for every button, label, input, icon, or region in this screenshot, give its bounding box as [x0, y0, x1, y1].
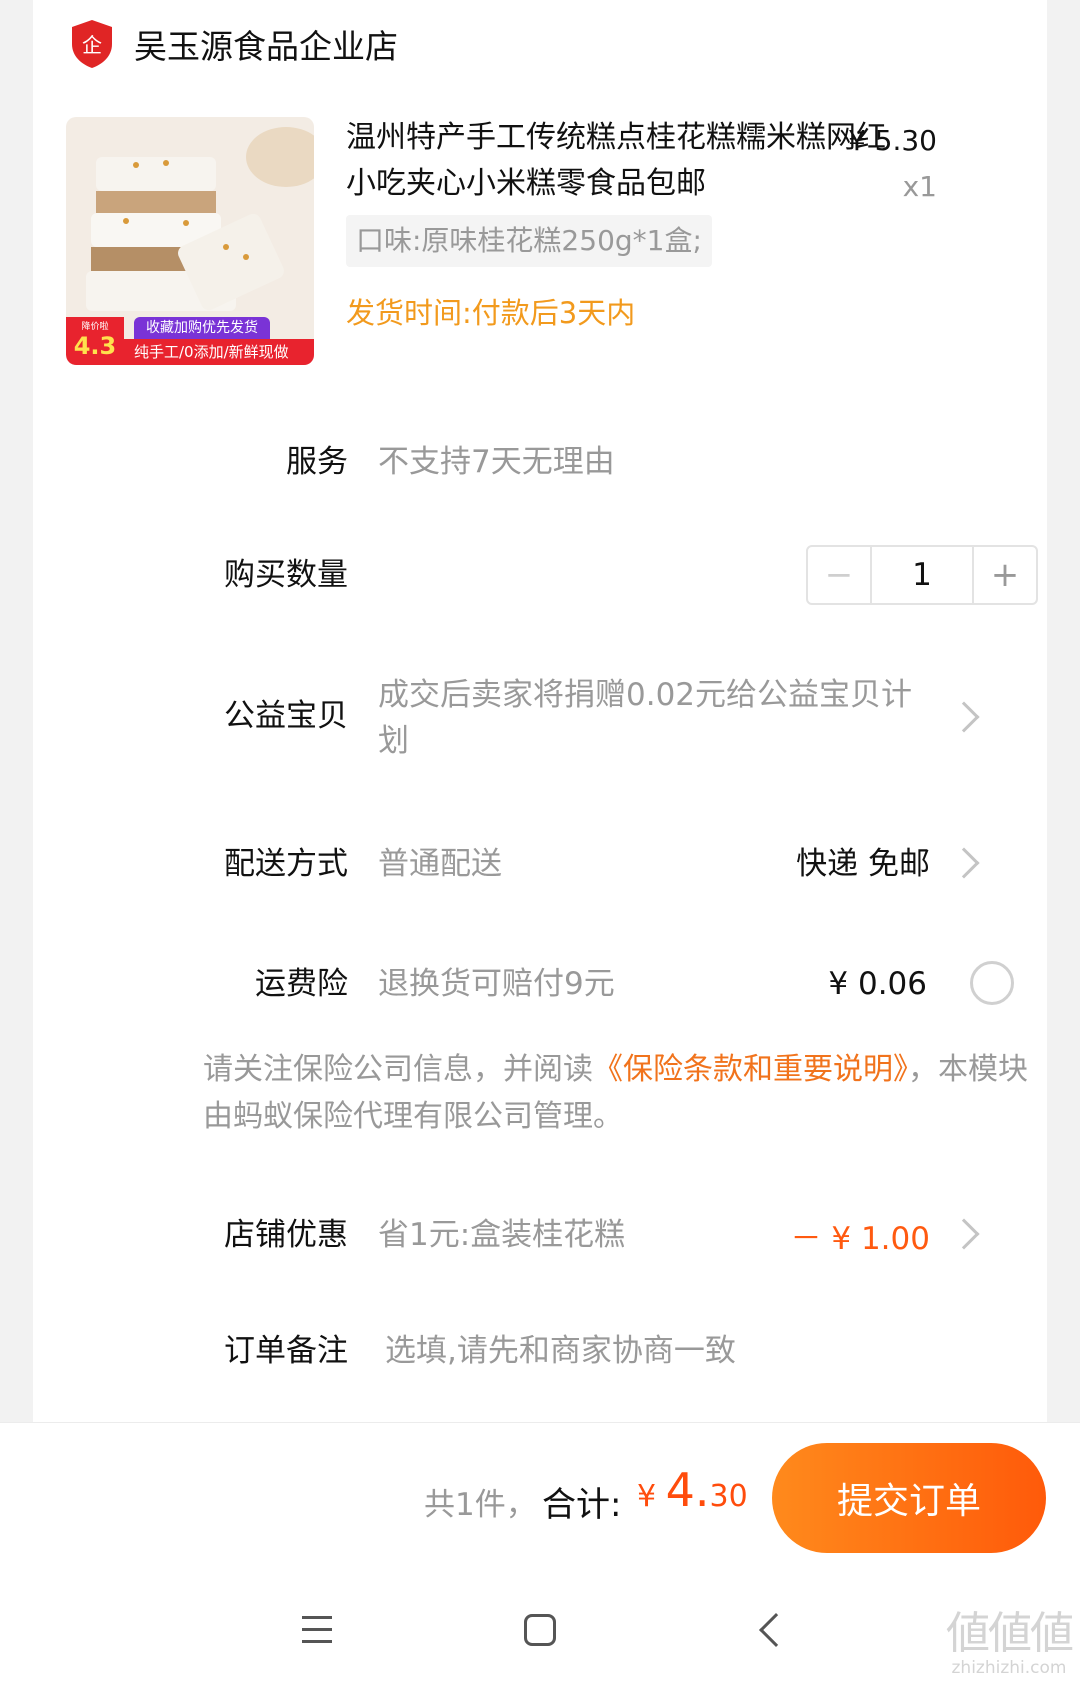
total-amount: ¥ 4.30	[637, 1463, 748, 1517]
enterprise-shield-icon: 企	[72, 20, 112, 68]
ship-time: 发货时间:付款后3天内	[346, 296, 636, 330]
quantity-value[interactable]: 1	[872, 547, 972, 603]
insurance-label: 运费险	[255, 966, 348, 1002]
quantity-stepper[interactable]: − 1 +	[806, 545, 1038, 605]
charity-label: 公益宝贝	[224, 698, 348, 734]
delivery-label: 配送方式	[224, 846, 348, 882]
watermark: 値値値 zhizhizhi.com	[946, 1608, 1074, 1679]
item-count: 共1件，	[424, 1487, 537, 1523]
decrease-button[interactable]: −	[808, 547, 872, 603]
sku-tag[interactable]: 口味:原味桂花糕250g*1盒;	[346, 215, 712, 267]
promo-top-tag: 收藏加购优先发货	[134, 317, 270, 339]
shop-name[interactable]: 吴玉源食品企业店	[134, 20, 398, 68]
shop-discount-value[interactable]: 省1元:盒装桂花糕	[378, 1213, 625, 1257]
system-nav-bar: 値値値 zhizhizhi.com	[0, 1570, 1080, 1701]
product-title[interactable]: 温州特产手工传统糕点桂花糕糯米糕网红小吃夹心小米糕零食品包邮	[346, 115, 906, 207]
charity-value[interactable]: 成交后卖家将捐赠0.02元给公益宝贝计划	[378, 672, 988, 764]
menu-icon[interactable]	[302, 1616, 332, 1644]
chevron-right-icon[interactable]	[948, 847, 980, 879]
remark-label: 订单备注	[224, 1333, 348, 1369]
total-label: 合计:	[542, 1485, 622, 1525]
remark-input[interactable]: 选填,请先和商家协商一致	[385, 1329, 736, 1373]
insurance-notice: 请关注保险公司信息，并阅读《保险条款和重要说明》，本模块由蚂蚁保险代理有限公司管…	[203, 1052, 1028, 1134]
service-label: 服务	[286, 444, 348, 480]
chevron-right-icon[interactable]	[948, 1218, 980, 1250]
unit-price: ¥ 5.30	[847, 124, 937, 157]
insurance-price: ¥ 0.06	[828, 966, 927, 1002]
promo-banner: 收藏加购优先发货 纯手工/0添加/新鲜现做 降价啦 4.3	[66, 317, 314, 365]
quantity-label: 购买数量	[224, 557, 348, 593]
insurance-terms-link[interactable]: 《保险条款和重要说明》	[593, 1052, 908, 1087]
shop-header[interactable]: 企 吴玉源食品企业店	[68, 14, 398, 74]
submit-order-button[interactable]: 提交订单	[772, 1443, 1046, 1553]
promo-rate: 降价啦 4.3	[66, 317, 124, 365]
delivery-fee[interactable]: 快递 免邮	[796, 842, 930, 886]
shop-discount-label: 店铺优惠	[224, 1217, 348, 1253]
checkout-bar: 共1件， 合计: ¥ 4.30 提交订单	[0, 1422, 1080, 1570]
svg-text:企: 企	[82, 33, 102, 57]
discount-amount[interactable]: － ¥ 1.00	[791, 1213, 930, 1258]
insurance-value: 退换货可赔付9元	[378, 966, 615, 1002]
product-thumbnail[interactable]: 收藏加购优先发货 纯手工/0添加/新鲜现做 降价啦 4.3	[66, 117, 314, 365]
delivery-value[interactable]: 普通配送	[378, 842, 502, 886]
back-icon[interactable]	[759, 1613, 793, 1647]
quantity-indicator: x1	[902, 170, 937, 203]
home-icon[interactable]	[524, 1614, 556, 1646]
increase-button[interactable]: +	[972, 547, 1036, 603]
insurance-radio[interactable]	[970, 961, 1014, 1005]
service-value: 不支持7天无理由	[378, 444, 615, 480]
order-card: 企 吴玉源食品企业店 收藏加购优先发货 纯手工/0添加/新鲜现做 降价啦 4.3	[33, 0, 1047, 1422]
promo-bottom-tag: 纯手工/0添加/新鲜现做	[124, 339, 314, 365]
